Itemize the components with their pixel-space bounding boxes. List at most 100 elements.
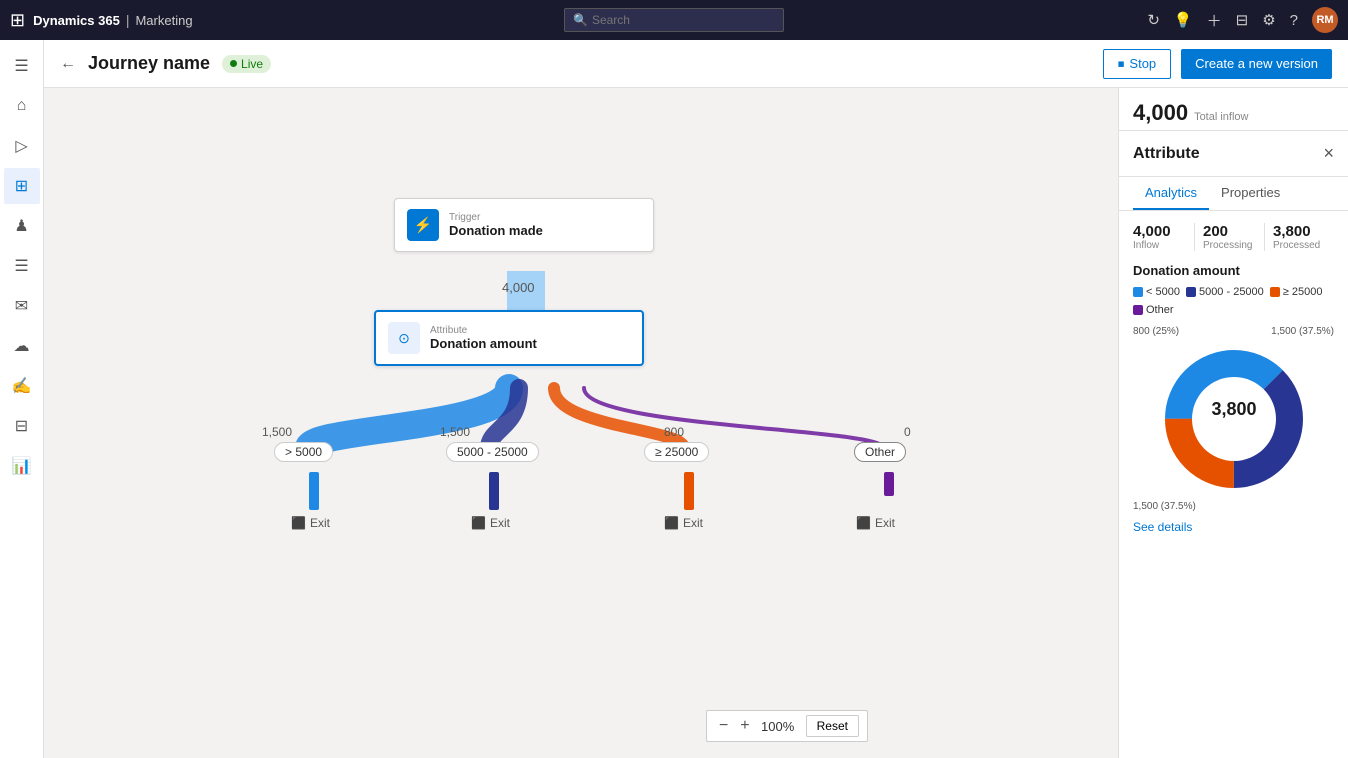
branch-bar-4 [884, 472, 894, 496]
sidebar-item-email[interactable]: ✉ [4, 288, 40, 324]
stop-button[interactable]: ⏹ Stop [1103, 49, 1171, 79]
filter-icon[interactable]: ⊟ [1236, 11, 1249, 29]
stat-processed-value: 3,800 [1273, 223, 1334, 240]
sidebar-item-home[interactable]: ⌂ [4, 88, 40, 124]
trigger-node[interactable]: ⚡ Trigger Donation made [394, 198, 654, 252]
sidebar: ☰ ⌂ ▷ ⊞ ♟ ☰ ✉ ☁ ✍ ⊟ 📊 [0, 40, 44, 758]
stat-inflow-value: 4,000 [1133, 223, 1194, 240]
status-text: Live [241, 57, 263, 71]
donut-chart: 800 (25%) 1,500 (37.5%) [1133, 326, 1334, 512]
lightbulb-icon[interactable]: 💡 [1174, 11, 1193, 29]
donut-top-left-label: 800 (25%) [1133, 326, 1179, 337]
status-badge: Live [222, 55, 271, 73]
exit-icon-2: ⬛ [471, 516, 486, 530]
attribute-node[interactable]: ⊙ Attribute Donation amount [374, 310, 644, 366]
legend-item-ge25000: ≥ 25000 [1270, 286, 1323, 298]
stat-processing-label: Processing [1203, 240, 1264, 251]
branch-bar-3 [684, 472, 694, 510]
settings-icon[interactable]: ⚙ [1262, 11, 1275, 29]
panel-header: Attribute × [1119, 131, 1348, 177]
sidebar-item-journey[interactable]: ⊞ [4, 168, 40, 204]
branch-count-2: 1,500 [440, 425, 470, 439]
refresh-icon[interactable]: ↻ [1147, 11, 1160, 29]
zoom-reset-button[interactable]: Reset [806, 715, 859, 737]
create-version-button[interactable]: Create a new version [1181, 49, 1332, 79]
attribute-label: Attribute [430, 325, 537, 336]
stat-processing: 200 Processing [1194, 223, 1264, 251]
canvas-panel-layout: ⚡ Trigger Donation made 4,000 ⊙ Attribut… [44, 88, 1348, 758]
live-dot [230, 60, 237, 67]
branch-bar-2 [489, 472, 499, 510]
svg-text:3,800: 3,800 [1211, 399, 1256, 419]
branch-count-3: 800 [664, 425, 684, 439]
tab-analytics[interactable]: Analytics [1133, 177, 1209, 210]
sidebar-item-cloud[interactable]: ☁ [4, 328, 40, 364]
back-button[interactable]: ← [60, 55, 76, 73]
sidebar-item-analytics[interactable]: 📊 [4, 448, 40, 484]
trigger-content: Trigger Donation made [449, 212, 543, 238]
donut-bottom-left-label: 1,500 (37.5%) [1133, 501, 1196, 512]
zoom-in-button[interactable]: + [736, 717, 753, 735]
add-icon[interactable]: ＋ [1207, 10, 1222, 31]
exit-label-3: ⬛ Exit [664, 516, 703, 530]
attribute-icon: ⊙ [388, 322, 420, 354]
content-area: ← Journey name Live ⏹ Stop Create a new … [44, 40, 1348, 758]
stat-processed-label: Processed [1273, 240, 1334, 251]
exit-label-1: ⬛ Exit [291, 516, 330, 530]
sidebar-item-menu[interactable]: ☰ [4, 48, 40, 84]
legend-dot-ge25000 [1270, 287, 1280, 297]
right-panel: 4,000 Total inflow Attribute × Analytics… [1118, 88, 1348, 758]
legend: < 5000 5000 - 25000 ≥ 25000 Other [1133, 286, 1334, 316]
donut-bottom-labels: 1,500 (37.5%) [1133, 501, 1334, 512]
search-bar[interactable]: 🔍 [564, 8, 784, 32]
total-inflow-label: Total inflow [1194, 111, 1248, 123]
stat-inflow: 4,000 Inflow [1133, 223, 1194, 251]
main-layout: ☰ ⌂ ▷ ⊞ ♟ ☰ ✉ ☁ ✍ ⊟ 📊 ← Journey name Liv… [0, 40, 1348, 758]
journey-canvas[interactable]: ⚡ Trigger Donation made 4,000 ⊙ Attribut… [44, 88, 1118, 758]
zoom-out-button[interactable]: − [715, 717, 732, 735]
branch-label-3: ≥ 25000 [644, 442, 709, 462]
stat-processed: 3,800 Processed [1264, 223, 1334, 251]
sidebar-item-table[interactable]: ⊟ [4, 408, 40, 444]
donut-top-labels: 800 (25%) 1,500 (37.5%) [1133, 326, 1334, 337]
legend-dot-5000-25000 [1186, 287, 1196, 297]
exit-label-4: ⬛ Exit [856, 516, 895, 530]
stat-inflow-label: Inflow [1133, 240, 1194, 251]
zoom-controls: − + 100% Reset [706, 710, 868, 742]
sidebar-item-content[interactable]: ✍ [4, 368, 40, 404]
brand-name: Dynamics 365 [33, 13, 120, 28]
branch-label-2: 5000 - 25000 [446, 442, 539, 462]
donation-section-title: Donation amount [1133, 263, 1334, 278]
apps-icon[interactable]: ⊞ [10, 10, 25, 31]
exit-icon-3: ⬛ [664, 516, 679, 530]
legend-dot-less5000 [1133, 287, 1143, 297]
legend-item-5000-25000: 5000 - 25000 [1186, 286, 1264, 298]
sidebar-item-segment[interactable]: ♟ [4, 208, 40, 244]
legend-item-other: Other [1133, 304, 1174, 316]
sidebar-item-list[interactable]: ☰ [4, 248, 40, 284]
branch-label-1: > 5000 [274, 442, 333, 462]
trigger-label: Trigger [449, 212, 543, 223]
brand: Dynamics 365 | Marketing [33, 12, 192, 28]
page-title: Journey name [88, 53, 210, 74]
panel-close-button[interactable]: × [1323, 143, 1334, 164]
exit-icon-1: ⬛ [291, 516, 306, 530]
tab-properties[interactable]: Properties [1209, 177, 1292, 210]
stop-icon: ⏹ [1118, 56, 1125, 72]
flow-svg [44, 88, 1118, 758]
panel-content: 4,000 Inflow 200 Processing 3,800 Proces… [1119, 211, 1348, 758]
subheader-actions: ⏹ Stop Create a new version [1103, 49, 1332, 79]
sidebar-item-play[interactable]: ▷ [4, 128, 40, 164]
subheader: ← Journey name Live ⏹ Stop Create a new … [44, 40, 1348, 88]
branch-count-1: 1,500 [262, 425, 292, 439]
attribute-name: Donation amount [430, 336, 537, 351]
donut-svg: 3,800 [1154, 339, 1314, 499]
zoom-level: 100% [758, 719, 798, 734]
module-name: Marketing [135, 13, 192, 28]
see-details-link[interactable]: See details [1133, 520, 1334, 534]
panel-tabs: Analytics Properties [1119, 177, 1348, 211]
search-input[interactable] [592, 13, 775, 27]
avatar[interactable]: RM [1312, 7, 1338, 33]
help-icon[interactable]: ? [1290, 12, 1298, 29]
topbar: ⊞ Dynamics 365 | Marketing 🔍 ↻ 💡 ＋ ⊟ ⚙ ?… [0, 0, 1348, 40]
